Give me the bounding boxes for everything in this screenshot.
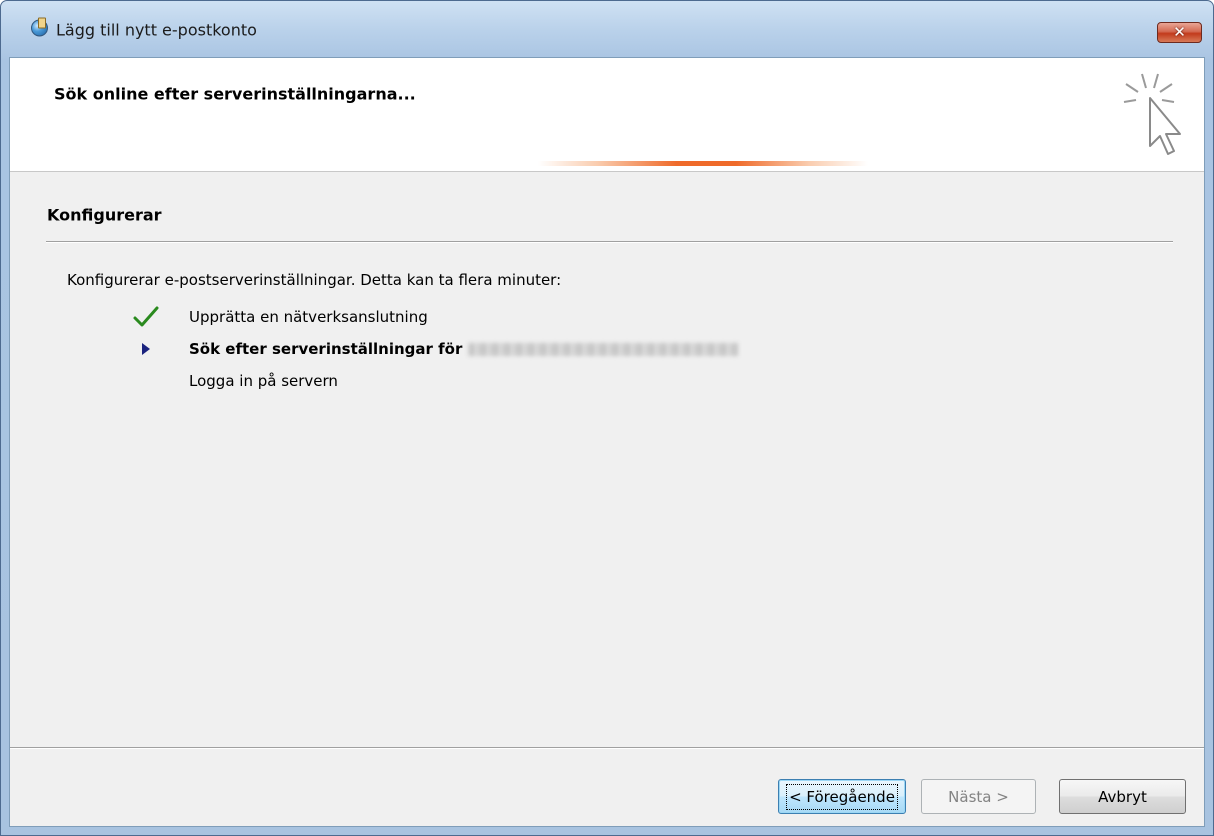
back-button-label: < Föregående <box>786 783 898 810</box>
arrow-right-icon <box>126 334 166 364</box>
step-network-connection: Upprätta en nätverksanslutning <box>10 302 1204 332</box>
wizard-header: Sök online efter serverinställningarna..… <box>10 58 1204 172</box>
step-label: Upprätta en nätverksanslutning <box>189 308 428 326</box>
next-button-label: Nästa > <box>948 787 1009 806</box>
footer-divider <box>10 747 1204 749</box>
step-log-in-server: Logga in på servern <box>10 366 1204 396</box>
dialog-client-area: Sök online efter serverinställningarna..… <box>9 57 1205 827</box>
section-divider <box>46 241 1173 243</box>
configuring-intro-text: Konfigurerar e-postserverinställningar. … <box>67 271 562 289</box>
cancel-button[interactable]: Avbryt <box>1059 779 1186 814</box>
cancel-button-label: Avbryt <box>1098 787 1147 806</box>
search-progress-indicator <box>538 161 868 166</box>
checkmark-icon <box>126 302 166 332</box>
back-button[interactable]: < Föregående <box>778 779 906 814</box>
close-icon: ✕ <box>1173 23 1186 41</box>
page-title: Sök online efter serverinställningarna..… <box>54 84 416 104</box>
section-title: Konfigurerar <box>47 205 162 225</box>
step-search-server-settings: Sök efter serverinställningar för <box>10 334 1204 364</box>
next-button[interactable]: Nästa > <box>921 779 1036 814</box>
step-label-active: Sök efter serverinställningar för <box>189 340 739 358</box>
step-label: Logga in på servern <box>189 372 338 390</box>
window-title: Lägg till nytt e-postkonto <box>56 20 257 40</box>
outlook-account-icon <box>31 17 48 37</box>
close-button[interactable]: ✕ <box>1157 22 1202 43</box>
title-bar[interactable]: Lägg till nytt e-postkonto ✕ <box>1 1 1213 43</box>
searching-cursor-icon <box>1123 73 1181 155</box>
dialog-window: Lägg till nytt e-postkonto ✕ Sök online … <box>0 0 1214 836</box>
redacted-server-address <box>468 343 739 356</box>
